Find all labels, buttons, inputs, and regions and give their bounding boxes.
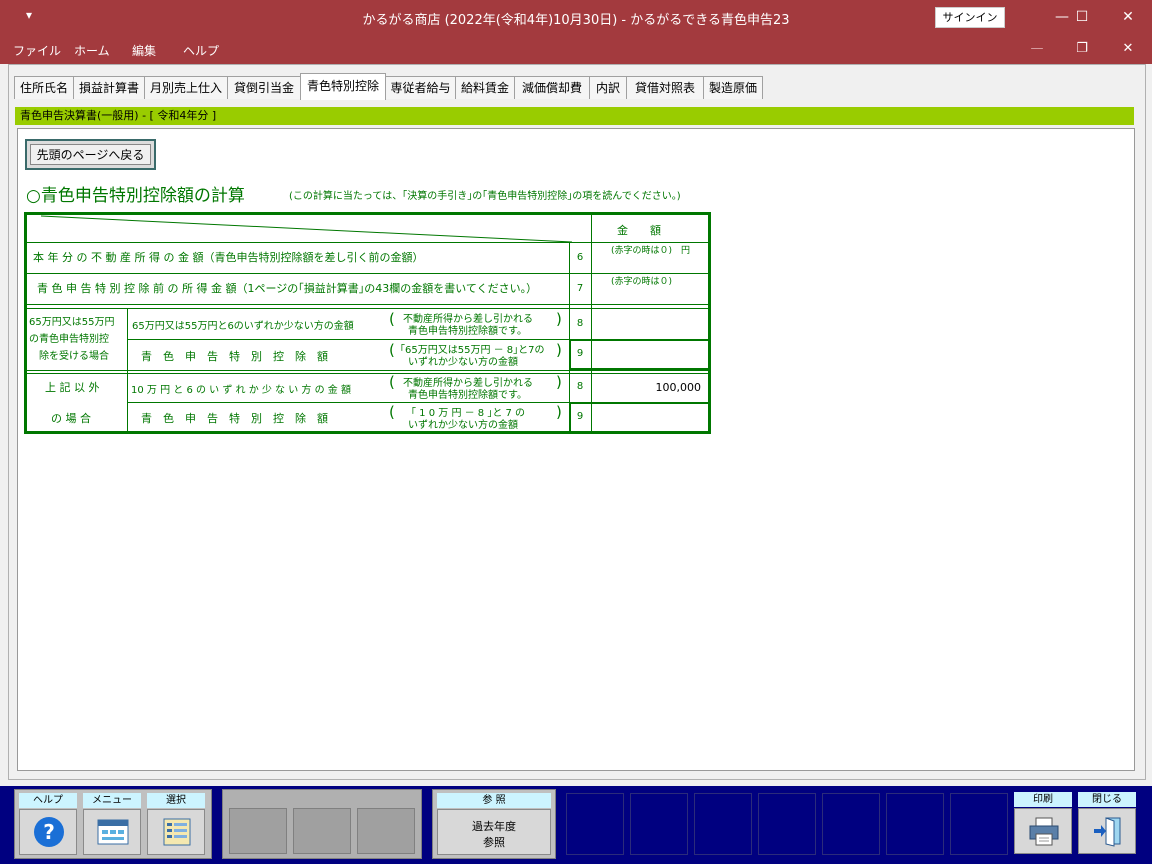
menu-icon <box>97 819 129 845</box>
row7-amount-field[interactable] <box>593 286 705 302</box>
document-header-bar: 青色申告決算書(一般用) - [ 令和4年分 ] <box>15 107 1134 125</box>
toolbar-group-disabled <box>222 789 422 859</box>
tab-balance-sheet[interactable]: 貸借対照表 <box>626 76 704 99</box>
empty-slot-4 <box>758 793 816 855</box>
exit-door-icon <box>1094 817 1121 847</box>
group1-label-1: 65万円又は55万円 <box>29 317 115 328</box>
tab-manufacturing-cost[interactable]: 製造原価 <box>703 76 763 99</box>
inner-close-button[interactable]: ✕ <box>1108 38 1148 60</box>
empty-slot-6 <box>886 793 944 855</box>
g1-row9-label: 青 色 申 告 特 別 控 除 額 <box>141 350 328 363</box>
g2-row8-paren-open: ( <box>389 373 395 391</box>
empty-slot-2 <box>630 793 688 855</box>
disabled-slot-3 <box>357 808 415 854</box>
menu-help[interactable]: ヘルプ <box>183 42 219 59</box>
printer-icon <box>1029 817 1059 846</box>
deduction-table: 金 額 本 年 分 の 不 動 産 所 得 の 金 額（青色申告特別控除額を差し… <box>24 212 711 434</box>
g2-row8-amount-field[interactable]: 100,000 <box>593 381 702 394</box>
maximize-button[interactable]: ☐ <box>1062 4 1102 30</box>
menu-edit[interactable]: 編集 <box>132 42 156 59</box>
help-button[interactable]: ? <box>19 809 77 855</box>
g1-row9-paren-open: ( <box>389 341 395 359</box>
tab-family-salary[interactable]: 専従者給与 <box>385 76 456 99</box>
empty-slot-7 <box>950 793 1008 855</box>
g1-row8-number: 8 <box>576 318 584 329</box>
close-button[interactable]: ✕ <box>1108 4 1148 30</box>
group2-label-1: 上 記 以 外 <box>45 381 100 394</box>
menu-file[interactable]: ファイル <box>13 42 61 59</box>
g1-row9-paren-close: ) <box>556 341 562 359</box>
group1-label-2: の青色申告特別控 <box>29 334 109 345</box>
g1-row8-label: 65万円又は55万円と6のいずれか少ない方の金額 <box>132 321 354 332</box>
g2-row9-note-2: いずれか少ない方の金額 <box>408 420 518 431</box>
group2-label-2: の 場 合 <box>51 412 91 425</box>
empty-slot-1 <box>566 793 624 855</box>
g1-row9-note-2: いずれか少ない方の金額 <box>408 357 518 368</box>
tab-bad-debt[interactable]: 貸倒引当金 <box>227 76 301 99</box>
menu-label: メニュー <box>83 793 141 808</box>
g1-row8-note-2: 青色申告特別控除額です。 <box>408 326 527 337</box>
g1-row8-paren-open: ( <box>389 310 395 328</box>
amount-column-header: 金 額 <box>617 224 661 237</box>
g2-row8-paren-close: ) <box>556 373 562 391</box>
section-note: (この計算に当たっては、｢決算の手引き｣の｢青色申告特別控除｣の項を読んでくださ… <box>289 191 681 202</box>
print-button[interactable] <box>1014 808 1072 854</box>
g2-row8-label: 10 万 円 と 6 の い ず れ か 少 な い 方 の 金 額 <box>131 385 351 396</box>
g2-row9-number: 9 <box>576 411 584 422</box>
empty-slot-5 <box>822 793 880 855</box>
row7-label: 青 色 申 告 特 別 控 除 前 の 所 得 金 額（1ページの｢損益計算書｣… <box>37 282 538 295</box>
g2-row9-paren-open: ( <box>389 403 395 421</box>
inner-restore-button[interactable]: ❐ <box>1062 38 1102 60</box>
disabled-slot-2 <box>293 808 351 854</box>
row7-number: 7 <box>576 283 584 294</box>
tab-income-statement[interactable]: 損益計算書 <box>73 76 145 99</box>
toolbar-group-reference: 参 照 過去年度 参照 <box>432 789 556 859</box>
select-button[interactable] <box>147 809 205 855</box>
print-label: 印刷 <box>1014 792 1072 807</box>
menu-bar: ファイル ホーム 編集 ヘルプ — ❐ ✕ <box>0 34 1152 64</box>
g2-row9-paren-close: ) <box>556 403 562 421</box>
toolbar-group-right: 印刷 閉じる <box>1010 789 1142 859</box>
g1-row8-paren-close: ) <box>556 310 562 328</box>
empty-slot-3 <box>694 793 752 855</box>
menu-home[interactable]: ホーム <box>74 42 110 59</box>
header-diagonal <box>40 215 572 243</box>
tab-blue-deduction[interactable]: 青色特別控除 <box>300 73 386 100</box>
disabled-slot-1 <box>229 808 287 854</box>
close-label: 閉じる <box>1078 792 1136 807</box>
back-to-top-label: 先頭のページへ戻る <box>30 144 151 165</box>
g2-row9-label: 青 色 申 告 特 別 控 除 額 <box>141 412 328 425</box>
row6-amount-field[interactable] <box>593 255 705 271</box>
back-to-top-button[interactable]: 先頭のページへ戻る <box>25 139 156 170</box>
tab-depreciation[interactable]: 減価償却費 <box>514 76 590 99</box>
help-label: ヘルプ <box>19 793 77 808</box>
select-icon <box>163 818 191 846</box>
close-app-button[interactable] <box>1078 808 1136 854</box>
row6-label: 本 年 分 の 不 動 産 所 得 の 金 額（青色申告特別控除額を差し引く前の… <box>33 251 424 264</box>
help-icon: ? <box>34 817 64 847</box>
reference-label: 参 照 <box>437 793 551 808</box>
tab-breakdown[interactable]: 内訳 <box>589 76 627 99</box>
inner-minimize-button[interactable]: — <box>1017 38 1057 60</box>
g2-row8-number: 8 <box>576 381 584 392</box>
g1-row9-number: 9 <box>576 348 584 359</box>
g2-row8-note-2: 青色申告特別控除額です。 <box>408 390 527 401</box>
select-label: 選択 <box>147 793 205 808</box>
toolbar-group-left: ヘルプ ? メニュー 選択 <box>14 789 212 859</box>
tab-address[interactable]: 住所氏名 <box>14 76 74 99</box>
signin-button[interactable]: サインイン <box>935 7 1005 28</box>
past-year-reference-button[interactable]: 過去年度 参照 <box>437 809 551 855</box>
title-bar: ▾ かるがる商店 (2022年(令和4年)10月30日) - かるがるできる青色… <box>0 0 1152 34</box>
tab-monthly-sales[interactable]: 月別売上仕入 <box>144 76 228 99</box>
tab-wages[interactable]: 給料賃金 <box>455 76 515 99</box>
menu-button[interactable] <box>83 809 141 855</box>
section-heading: ○青色申告特別控除額の計算 <box>26 186 245 206</box>
group1-label-3: 除を受ける場合 <box>39 351 109 362</box>
row6-number: 6 <box>576 252 584 263</box>
